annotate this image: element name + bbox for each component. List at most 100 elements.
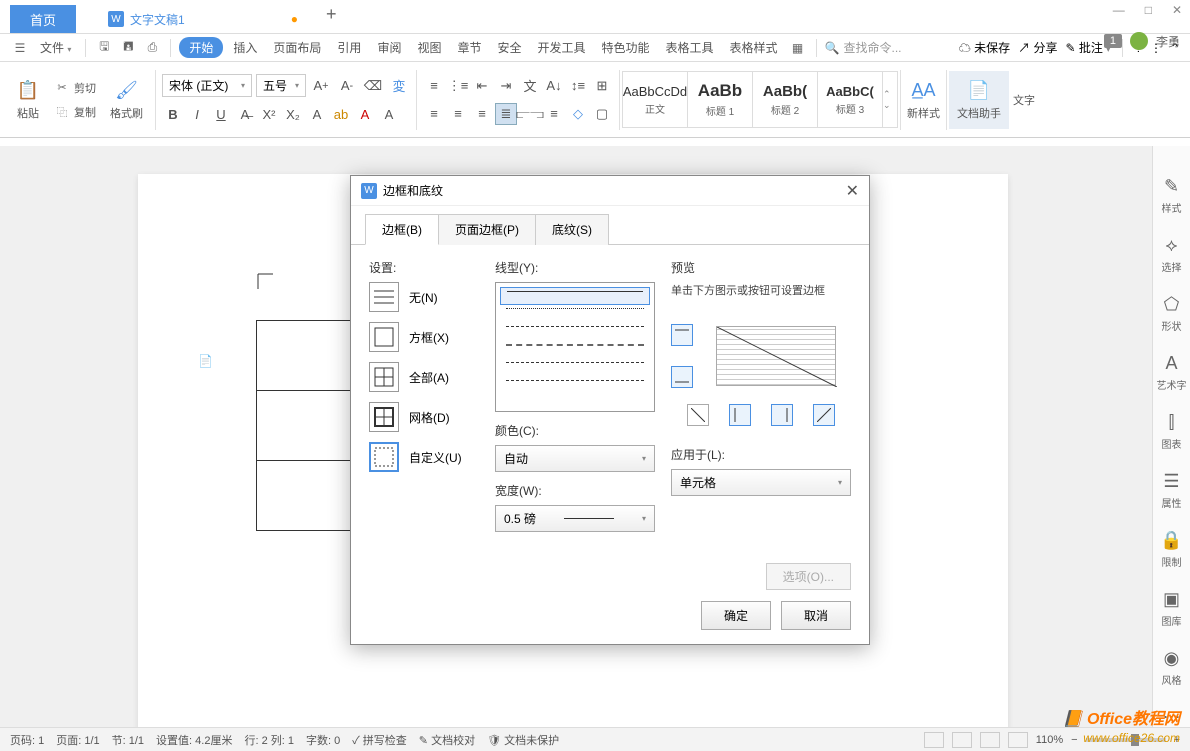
status-rowcol[interactable]: 行: 2 列: 1 [244,732,294,748]
line-style-list[interactable] [495,282,655,412]
tab-modified-icon[interactable]: ● [291,12,298,26]
align-left-button[interactable]: ≡ [423,103,445,125]
distribute-button[interactable]: ⫍⫎ [519,103,541,125]
sidebar-props[interactable]: ☰属性 [1162,471,1182,510]
ok-button[interactable]: 确定 [701,601,771,630]
setting-grid[interactable]: 网格(D) [369,402,479,432]
menu-overflow-icon[interactable]: ▦ [788,38,808,58]
sidebar-gallery[interactable]: ▣图库 [1162,589,1182,628]
hamburger-icon[interactable]: ☰ [10,38,30,58]
setting-custom[interactable]: 自定义(U) [369,442,479,472]
sort-button[interactable]: A↓ [543,75,565,97]
style-gallery[interactable]: AaBbCcDd正文 AaBb标题 1 AaBb(标题 2 AaBbC(标题 3… [622,71,898,128]
style-h1[interactable]: AaBb标题 1 [688,72,753,127]
save-as-icon[interactable]: 🖪 [118,38,138,58]
status-page-no[interactable]: 页码: 1 [10,732,44,748]
menu-layout[interactable]: 页面布局 [267,36,327,59]
new-tab-button[interactable]: + [312,0,351,33]
preview-box[interactable] [716,326,836,386]
document-tab[interactable]: W 文字文稿1 ● [94,5,312,33]
sidebar-wordart[interactable]: A艺术字 [1157,353,1187,392]
sidebar-chart[interactable]: ⫿图表 [1162,412,1182,451]
text-effects-button[interactable]: A [306,103,328,125]
align-center-button[interactable]: ≡ [447,103,469,125]
status-words[interactable]: 字数: 0 [306,732,340,748]
menu-tablestyle[interactable]: 表格样式 [724,36,784,59]
zoom-level[interactable]: 110% [1036,734,1063,746]
copy-button[interactable]: ⿻复制 [50,102,100,122]
align-justify-button[interactable]: ≣ [495,103,517,125]
menu-references[interactable]: 引用 [331,36,367,59]
status-pages[interactable]: 页面: 1/1 [56,732,99,748]
dialog-close-button[interactable]: ✕ [846,181,859,201]
menu-chapter[interactable]: 章节 [451,36,487,59]
sidebar-theme[interactable]: ◉风格 [1162,648,1182,687]
style-h2[interactable]: AaBb(标题 2 [753,72,818,127]
line-solid[interactable] [500,287,650,305]
menu-devtools[interactable]: 开发工具 [532,36,592,59]
clear-format-icon[interactable]: ⌫ [362,75,384,97]
view-read-icon[interactable] [1008,732,1028,748]
diag-up-button[interactable] [813,404,835,426]
tab-shading[interactable]: 底纹(S) [535,214,609,245]
search-command[interactable]: 🔍 查找命令... [825,39,902,56]
strikethrough-button[interactable]: A̶ [234,103,256,125]
menu-security[interactable]: 安全 [491,36,527,59]
line-dashed-m[interactable] [500,341,650,359]
top-border-button[interactable] [671,324,693,346]
status-setting[interactable]: 设置值: 4.2厘米 [156,732,232,748]
cloud-unsaved[interactable]: ☁ 未保存 [959,39,1010,56]
italic-button[interactable]: I [186,103,208,125]
share-button[interactable]: ↗ 分享 [1018,39,1057,56]
diag-down-button[interactable] [687,404,709,426]
align-right-button[interactable]: ≡ [471,103,493,125]
numbering-button[interactable]: ⋮≡ [447,75,469,97]
view-web-icon[interactable] [980,732,1000,748]
line-dashed-l[interactable] [500,359,650,377]
right-border-button[interactable] [771,404,793,426]
shading-button[interactable]: ◇ [567,103,589,125]
menu-tabletools[interactable]: 表格工具 [660,36,720,59]
highlight-button[interactable]: ab [330,103,352,125]
color-select[interactable]: 自动▾ [495,445,655,472]
view-outline-icon[interactable] [952,732,972,748]
status-section[interactable]: 节: 1/1 [112,732,144,748]
borders2-button[interactable]: ▢ [591,103,613,125]
char-shading-button[interactable]: A [378,103,400,125]
text-button[interactable]: 文字 [1009,88,1039,112]
style-h3[interactable]: AaBbC(标题 3 [818,72,883,127]
view-print-icon[interactable] [924,732,944,748]
font-color-button[interactable]: A [354,103,376,125]
sidebar-shape[interactable]: ⬠形状 [1162,294,1182,333]
line-dashed-s[interactable] [500,323,650,341]
status-review[interactable]: ✎ 文档校对 [419,732,475,748]
doc-helper-button[interactable]: 📄文档助手 [949,71,1009,129]
subscript-button[interactable]: X₂ [282,103,304,125]
line-dashdot[interactable] [500,377,650,395]
phonetic-icon[interactable]: 変 [388,75,410,97]
setting-all[interactable]: 全部(A) [369,362,479,392]
sidebar-select[interactable]: ⟡选择 [1162,235,1182,274]
menu-start[interactable]: 开始 [179,37,223,58]
file-menu[interactable]: 文件 ▾ [34,36,77,59]
menu-view[interactable]: 视图 [411,36,447,59]
bullets-button[interactable]: ≡ [423,75,445,97]
width-select[interactable]: 0.5 磅▾ [495,505,655,532]
cut-button[interactable]: ✂剪切 [50,78,100,98]
line-dotted[interactable] [500,305,650,323]
print-icon[interactable]: ⎙ [142,38,162,58]
cancel-button[interactable]: 取消 [781,601,851,630]
bottom-border-button[interactable] [671,366,693,388]
save-icon[interactable]: 🖫 [94,38,114,58]
avatar[interactable] [1130,32,1148,50]
increase-font-icon[interactable]: A+ [310,75,332,97]
home-tab[interactable]: 首页 [10,5,76,33]
text-direction-button[interactable]: 文 [519,75,541,97]
style-normal[interactable]: AaBbCcDd正文 [623,72,688,127]
decrease-font-icon[interactable]: A- [336,75,358,97]
tab-page-borders[interactable]: 页面边框(P) [438,214,536,245]
menu-review[interactable]: 审阅 [371,36,407,59]
outdent-button[interactable]: ⇤ [471,75,493,97]
line-spacing-button[interactable]: ↕≡ [567,75,589,97]
new-style-button[interactable]: A̲A新样式 [903,75,944,125]
